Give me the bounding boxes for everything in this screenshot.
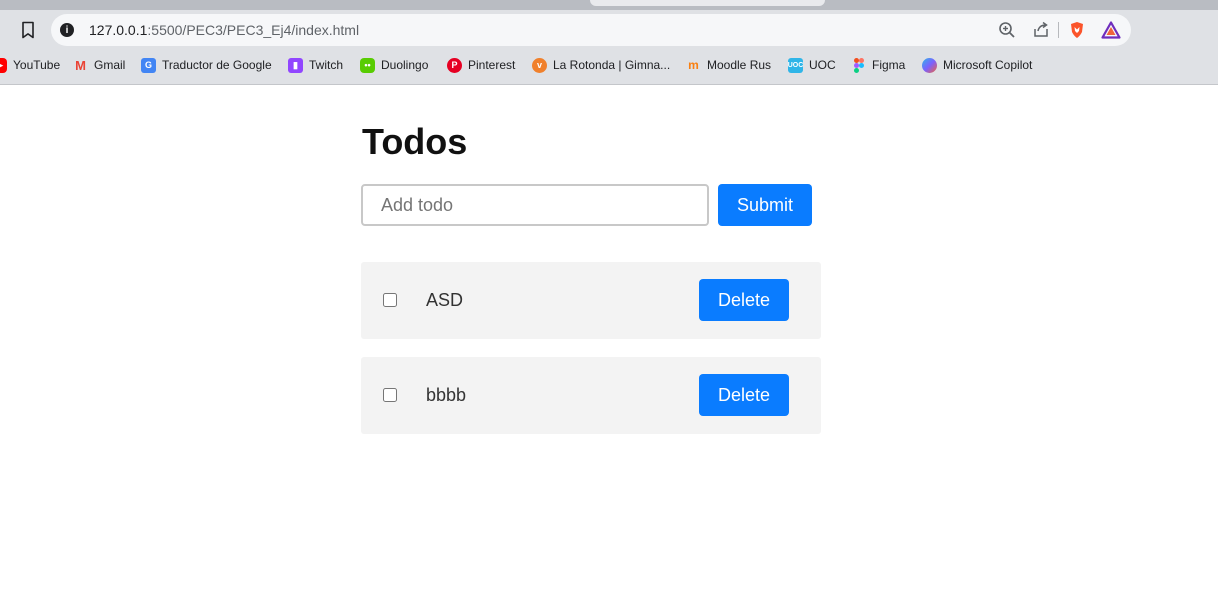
brave-shields-icon[interactable] xyxy=(1067,20,1087,40)
bookmark-page-icon[interactable] xyxy=(16,18,40,42)
copilot-icon xyxy=(922,57,937,73)
bookmark-uoc[interactable]: UOC UOC xyxy=(788,54,836,76)
brave-rewards-icon[interactable] xyxy=(1101,20,1121,40)
bookmark-label: Moodle Rus xyxy=(707,58,772,72)
delete-button[interactable]: Delete xyxy=(699,374,789,416)
address-bar[interactable]: i 127.0.0.1:5500/PEC3/PEC3_Ej4/index.htm… xyxy=(51,14,1131,46)
bookmark-label: Duolingo xyxy=(381,58,429,72)
todo-checkbox[interactable] xyxy=(383,388,397,402)
pinterest-icon: P xyxy=(447,57,462,73)
youtube-icon: ▶ xyxy=(0,57,7,73)
figma-icon xyxy=(851,57,866,73)
bookmark-pinterest[interactable]: P Pinterest xyxy=(447,54,515,76)
tab-strip xyxy=(0,0,1218,10)
google-translate-icon: G xyxy=(141,57,156,73)
page-title: Todos xyxy=(362,121,468,162)
bookmark-figma[interactable]: Figma xyxy=(851,54,905,76)
bookmark-label: UOC xyxy=(809,58,836,72)
bookmark-twitch[interactable]: ▮ Twitch xyxy=(288,54,343,76)
bookmark-label: Pinterest xyxy=(468,58,516,72)
bookmark-label: Microsoft Copilot xyxy=(943,58,1033,72)
bookmark-label: Figma xyxy=(872,58,906,72)
bookmark-la-rotonda[interactable]: v La Rotonda | Gimna... xyxy=(532,54,670,76)
bookmark-google-translate[interactable]: G Traductor de Google xyxy=(141,54,272,76)
zoom-icon[interactable] xyxy=(997,20,1017,40)
browser-chrome: i 127.0.0.1:5500/PEC3/PEC3_Ej4/index.htm… xyxy=(0,0,1218,85)
todo-item: ASD Delete xyxy=(361,262,821,339)
todo-list: ASD Delete bbbb Delete xyxy=(361,262,821,452)
moodle-icon: m xyxy=(688,58,699,72)
todo-item: bbbb Delete xyxy=(361,357,821,434)
url-path: :5500/PEC3/PEC3_Ej4/index.html xyxy=(147,22,360,38)
url-text[interactable]: 127.0.0.1:5500/PEC3/PEC3_Ej4/index.html xyxy=(89,22,359,38)
url-host: 127.0.0.1 xyxy=(89,22,148,38)
active-tab[interactable] xyxy=(590,0,825,6)
la-rotonda-icon: v xyxy=(532,57,547,73)
todo-checkbox[interactable] xyxy=(383,293,397,307)
bookmark-duolingo[interactable]: •• Duolingo xyxy=(360,54,428,76)
bookmark-youtube[interactable]: ▶ YouTube xyxy=(0,54,60,76)
bookmark-microsoft-copilot[interactable]: Microsoft Copilot xyxy=(922,54,1032,76)
todo-app: Todos Submit ASD Delete bbbb Delete xyxy=(0,86,1218,592)
delete-button[interactable]: Delete xyxy=(699,279,789,321)
uoc-icon: UOC xyxy=(788,57,803,73)
bookmark-label: La Rotonda | Gimna... xyxy=(553,58,671,72)
gmail-icon: M xyxy=(75,57,86,73)
duolingo-icon: •• xyxy=(360,57,375,73)
submit-button[interactable]: Submit xyxy=(718,184,812,226)
todo-text: ASD xyxy=(426,290,464,310)
bookmark-moodle[interactable]: m Moodle Rus xyxy=(686,54,771,76)
todo-text: bbbb xyxy=(426,385,467,405)
bookmark-label: Traductor de Google xyxy=(162,58,272,72)
twitch-icon: ▮ xyxy=(288,57,303,73)
bookmark-label: Gmail xyxy=(94,58,126,72)
bookmark-gmail[interactable]: M Gmail xyxy=(73,54,125,76)
omnibox-divider xyxy=(1058,22,1059,38)
bookmark-label: YouTube xyxy=(13,58,61,72)
bookmark-label: Twitch xyxy=(309,58,344,72)
add-todo-input[interactable] xyxy=(361,184,709,226)
share-icon[interactable] xyxy=(1031,20,1051,40)
bookmarks-bar: ▶ YouTube M Gmail G Traductor de Google … xyxy=(0,54,1218,76)
site-info-icon[interactable]: i xyxy=(60,23,74,37)
